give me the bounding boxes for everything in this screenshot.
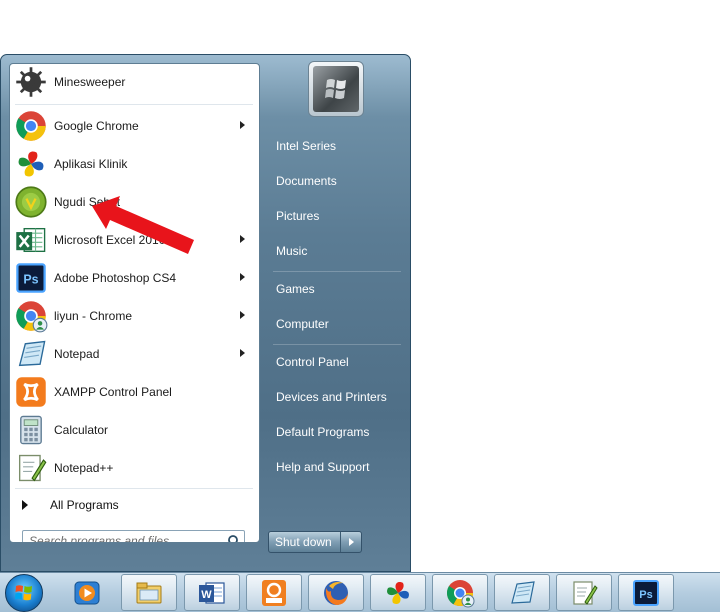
all-programs-separator bbox=[15, 488, 253, 489]
program-label: Aplikasi Klinik bbox=[54, 157, 128, 171]
program-notepad-plus-plus[interactable]: Notepad++ bbox=[12, 450, 257, 486]
program-label: liyun - Chrome bbox=[54, 309, 133, 323]
program-label: XAMPP Control Panel bbox=[54, 385, 172, 399]
shutdown-button[interactable]: Shut down bbox=[269, 532, 340, 552]
notepad-icon bbox=[14, 337, 48, 371]
all-programs-button[interactable]: All Programs bbox=[12, 494, 257, 516]
chrome-user-icon bbox=[446, 579, 475, 607]
all-programs-label: All Programs bbox=[50, 498, 119, 512]
link-music[interactable]: Music bbox=[267, 237, 402, 265]
search-icon[interactable] bbox=[225, 534, 239, 542]
media-player-icon[interactable] bbox=[72, 578, 102, 608]
shutdown-options-arrow-icon[interactable] bbox=[340, 532, 361, 552]
program-calculator[interactable]: Calculator bbox=[12, 412, 257, 448]
taskbar-notepad[interactable] bbox=[494, 574, 550, 611]
minesweeper-icon bbox=[14, 65, 48, 99]
program-label: Notepad++ bbox=[54, 461, 114, 475]
link-default-programs[interactable]: Default Programs bbox=[267, 418, 402, 446]
ngudi-sehat-icon bbox=[14, 185, 48, 219]
program-label: Calculator bbox=[54, 423, 109, 437]
foxit-pdf-icon bbox=[262, 579, 286, 606]
link-pictures[interactable]: Pictures bbox=[267, 202, 402, 230]
link-computer[interactable]: Computer bbox=[267, 310, 402, 338]
svg-text:W: W bbox=[201, 589, 212, 601]
search-input[interactable] bbox=[29, 534, 219, 542]
shutdown-button-group: Shut down bbox=[268, 531, 362, 553]
taskbar-liyun-chrome[interactable] bbox=[432, 574, 488, 611]
submenu-arrow-icon[interactable] bbox=[240, 235, 245, 243]
start-menu: Minesweeper Google Chrome Aplikasi Klini… bbox=[0, 54, 411, 572]
notepadpp-icon bbox=[573, 580, 598, 605]
expand-arrow-icon bbox=[22, 500, 28, 510]
photoshop-icon bbox=[14, 261, 48, 295]
windows-logo-icon bbox=[313, 66, 359, 112]
taskbar-photoshop[interactable] bbox=[618, 574, 674, 611]
program-label: Google Chrome bbox=[54, 119, 139, 133]
taskbar-explorer[interactable] bbox=[121, 574, 177, 611]
pinned-separator bbox=[15, 104, 253, 105]
submenu-arrow-icon[interactable] bbox=[240, 273, 245, 281]
chrome-icon bbox=[14, 109, 48, 143]
link-games[interactable]: Games bbox=[267, 275, 402, 303]
program-liyun-chrome[interactable]: liyun - Chrome bbox=[12, 298, 257, 334]
submenu-arrow-icon[interactable] bbox=[240, 349, 245, 357]
taskbar-notepad-plus-plus[interactable] bbox=[556, 574, 612, 611]
submenu-arrow-icon[interactable] bbox=[240, 121, 245, 129]
xampp-icon bbox=[14, 375, 48, 409]
submenu-arrow-icon[interactable] bbox=[240, 311, 245, 319]
program-adobe-photoshop[interactable]: Adobe Photoshop CS4 bbox=[12, 260, 257, 296]
program-notepad[interactable]: Notepad bbox=[12, 336, 257, 372]
search-box[interactable] bbox=[22, 530, 245, 542]
program-minesweeper[interactable]: Minesweeper bbox=[12, 64, 257, 100]
program-xampp-control-panel[interactable]: XAMPP Control Panel bbox=[12, 374, 257, 410]
taskbar-firefox[interactable] bbox=[308, 574, 364, 611]
taskbar-aplikasi-klinik[interactable] bbox=[370, 574, 426, 611]
user-account-picture[interactable] bbox=[308, 61, 364, 117]
program-label: Notepad bbox=[54, 347, 100, 361]
programs-pane: Minesweeper Google Chrome Aplikasi Klini… bbox=[9, 63, 260, 543]
calculator-icon bbox=[14, 413, 48, 447]
word-icon: W bbox=[199, 581, 225, 604]
link-control-panel[interactable]: Control Panel bbox=[267, 348, 402, 376]
link-devices-and-printers[interactable]: Devices and Printers bbox=[267, 383, 402, 411]
program-label: Adobe Photoshop CS4 bbox=[54, 271, 177, 285]
link-help-and-support[interactable]: Help and Support bbox=[267, 453, 402, 481]
photoshop-icon bbox=[633, 579, 659, 606]
start-button[interactable] bbox=[5, 574, 43, 612]
notepad-icon bbox=[511, 580, 535, 604]
link-intel-series[interactable]: Intel Series bbox=[267, 132, 402, 160]
explorer-icon bbox=[136, 582, 162, 603]
right-separator bbox=[273, 271, 401, 272]
link-documents[interactable]: Documents bbox=[267, 167, 402, 195]
red-annotation-arrow-icon bbox=[92, 196, 194, 254]
program-aplikasi-klinik[interactable]: Aplikasi Klinik bbox=[12, 146, 257, 182]
right-separator bbox=[273, 344, 401, 345]
firefox-icon bbox=[324, 580, 348, 605]
chrome-user-icon bbox=[14, 299, 48, 333]
excel-icon bbox=[14, 223, 48, 257]
windows-flag-icon bbox=[15, 585, 32, 601]
notepadpp-icon bbox=[14, 451, 48, 485]
program-label: Minesweeper bbox=[54, 75, 126, 89]
pinwheel-icon bbox=[387, 581, 409, 604]
taskbar: W bbox=[0, 572, 720, 612]
pinwheel-icon bbox=[14, 147, 48, 181]
program-google-chrome[interactable]: Google Chrome bbox=[12, 108, 257, 144]
taskbar-word[interactable]: W bbox=[184, 574, 240, 611]
taskbar-foxit-pdf[interactable] bbox=[246, 574, 302, 611]
